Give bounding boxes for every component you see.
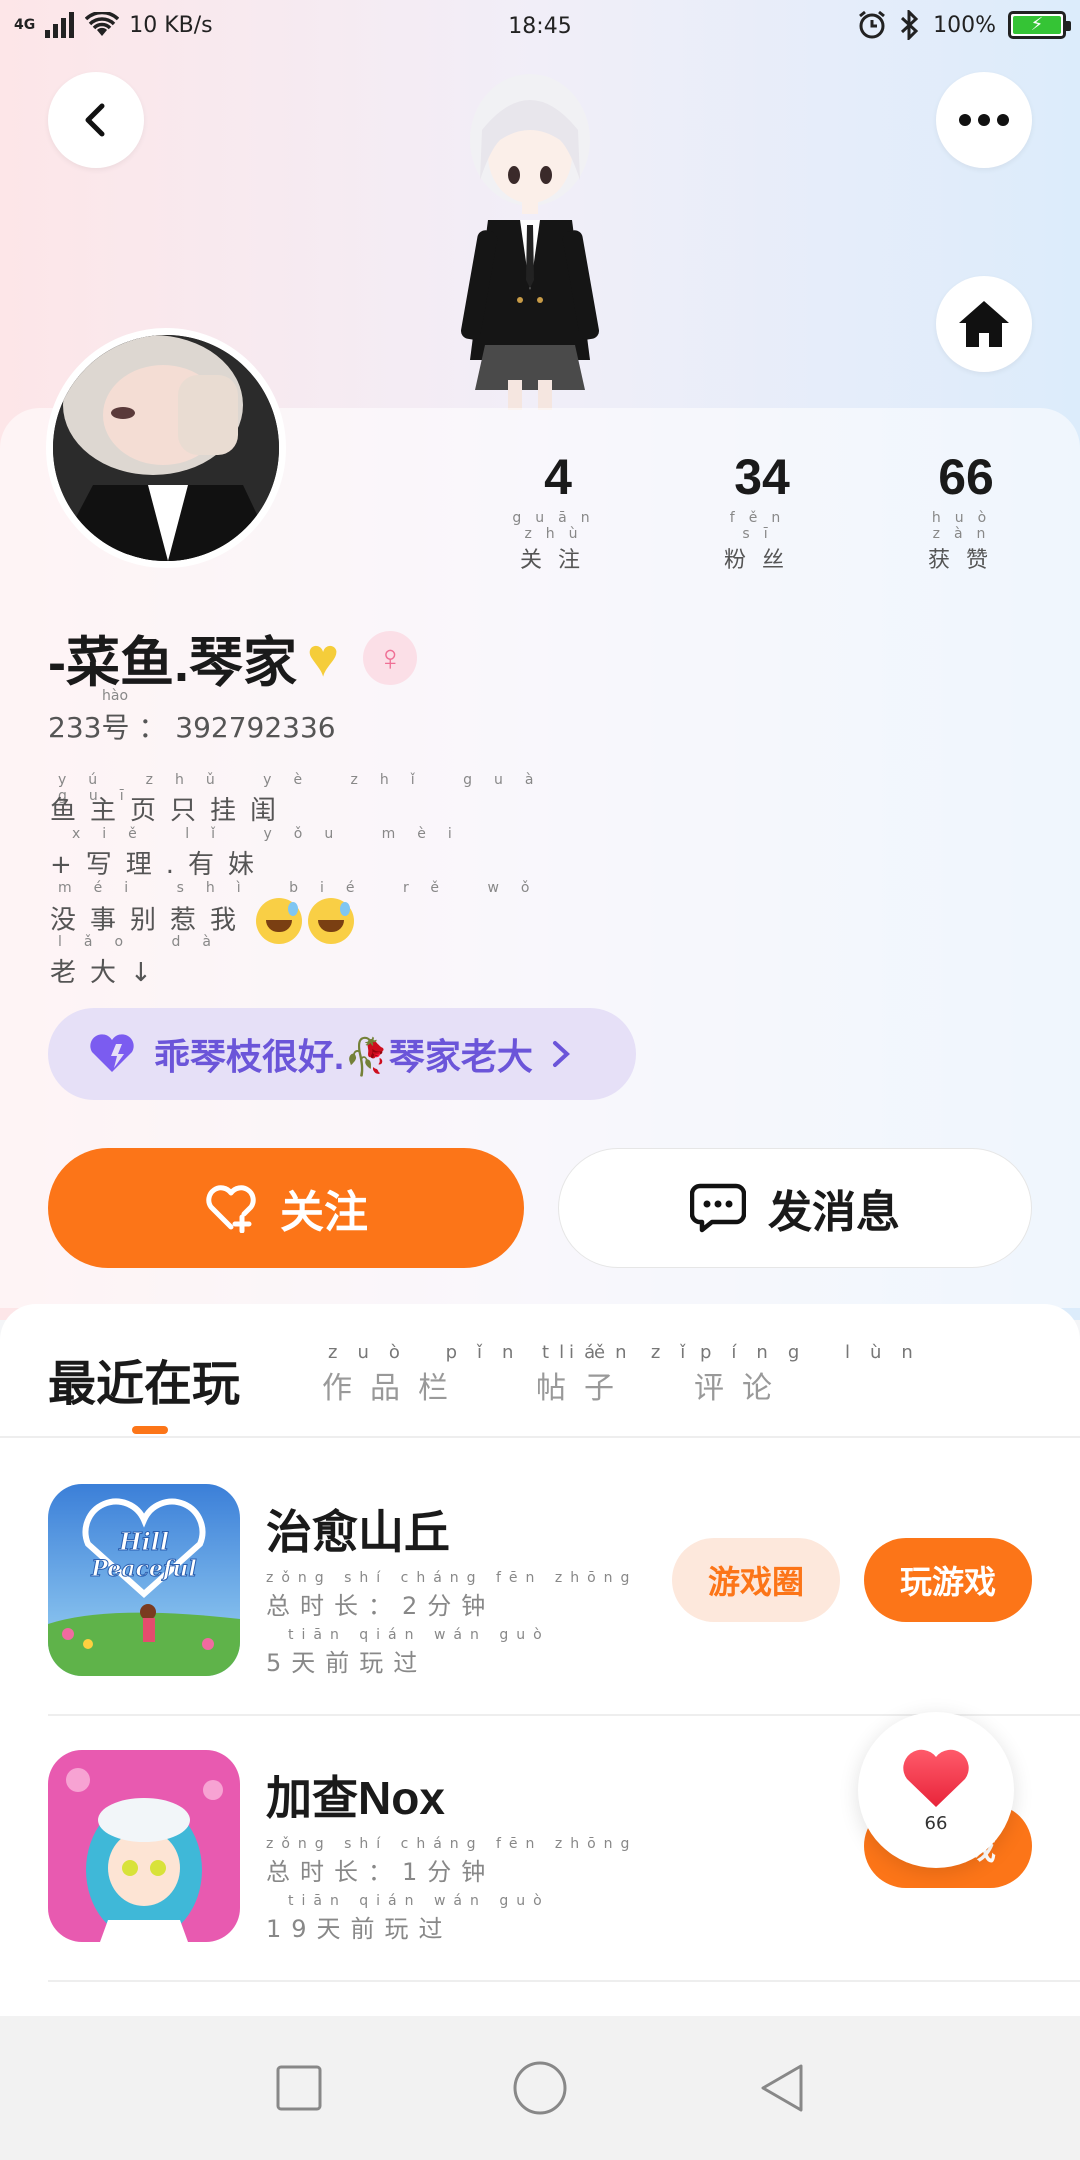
back-button[interactable]: [48, 72, 144, 168]
follow-label: 关注: [280, 1188, 368, 1237]
tab-pinyin: píng lùn: [700, 1342, 933, 1363]
stat-label: 获赞: [927, 548, 1004, 573]
gacha-nox-art: [48, 1750, 240, 1942]
stat-pinyin: guān zhù: [512, 510, 604, 542]
uid-label: 233号: [48, 711, 130, 744]
uid-value: 392792336: [175, 711, 336, 744]
play-duration: 总时长：2分钟: [266, 1592, 496, 1620]
home-button[interactable]: [936, 276, 1032, 372]
stat-pinyin: huò zàn: [931, 510, 1001, 542]
battery-icon: ⚡: [1008, 11, 1071, 39]
last-played: 19天前玩过: [266, 1915, 453, 1943]
like-count: 66: [924, 1812, 948, 1834]
uid-pinyin: hào: [102, 688, 129, 704]
bio-text: 老大↓: [50, 958, 166, 988]
game-meta: zǒng shí cháng fēn zhōng 总时长：1分钟 tiān qi…: [266, 1836, 637, 1950]
bio-text: +写理.有妹: [50, 850, 269, 880]
purple-heart-icon: [90, 1034, 134, 1072]
stat-label: 关注: [519, 548, 596, 573]
game-title: 加查Nox: [266, 1772, 445, 1824]
duration-pinyin: zǒng shí cháng fēn zhōng: [266, 1836, 638, 1852]
stat-following[interactable]: 4 guān zhù 关注: [498, 448, 618, 574]
tab-divider: [0, 1436, 1080, 1438]
bio-text: 鱼主页只挂闺: [50, 796, 291, 826]
system-nav-bar: [0, 2016, 1080, 2160]
bio-line: xiě lǐ yǒu mèi +写理.有妹: [50, 826, 570, 880]
row-divider: [48, 1980, 1080, 1982]
tab-label: 评论: [694, 1371, 790, 1406]
follow-button[interactable]: 关注: [48, 1148, 524, 1268]
stat-followers[interactable]: 34 fěn sī 粉丝: [702, 448, 822, 574]
status-bar: 4G 10 KB/s 18:45 100% ⚡: [0, 0, 1080, 56]
svg-text:Peaceful: Peaceful: [90, 1556, 196, 1582]
back-nav-button[interactable]: [757, 2062, 805, 2114]
bio: yú zhǔ yè zhǐ guà guī 鱼主页只挂闺 xiě lǐ yǒu …: [50, 772, 570, 988]
stat-pinyin: fěn sī: [729, 510, 795, 542]
tab-label: 帖子: [536, 1371, 632, 1406]
tab-bar: 最近在玩 zuò pǐn lán 作品栏 tiě zǐ 帖子 píng lùn …: [0, 1330, 1080, 1436]
play-duration: 总时长：1分钟: [266, 1858, 496, 1886]
avatar[interactable]: [46, 328, 286, 568]
stat-value: 4: [544, 449, 572, 505]
duration-pinyin: zǒng shí cháng fēn zhōng: [266, 1570, 638, 1586]
username: -菜鱼.琴家: [48, 633, 297, 693]
stat-likes[interactable]: 66 huò zàn 获赞: [906, 448, 1026, 574]
heart-plus-icon: [206, 1185, 256, 1233]
tab-pinyin: tiě zǐ: [542, 1342, 706, 1363]
game-circle-button[interactable]: 游戏圈: [672, 1538, 840, 1622]
username-row: -菜鱼.琴家 ♥ ♀: [48, 618, 418, 697]
bio-line: méi shì bié rě wǒ 没事别惹我: [50, 880, 570, 944]
message-button[interactable]: 发消息: [558, 1148, 1032, 1268]
more-icon: [959, 114, 1009, 126]
tab-indicator: [132, 1426, 168, 1434]
female-icon: ♀: [363, 630, 418, 685]
tag-label: 乖琴枝很好.🥀琴家老大: [154, 1036, 533, 1077]
bio-line: lǎo dà 老大↓: [50, 934, 570, 988]
more-button[interactable]: [936, 72, 1032, 168]
home-icon: [959, 301, 1009, 347]
last-played-pinyin: tiān qián wán guò: [288, 1893, 550, 1909]
battery-percent: 100%: [933, 12, 996, 38]
avatar-image: [53, 335, 279, 561]
bluetooth-icon: [901, 10, 919, 40]
avatar-3d-figure: [461, 74, 599, 410]
bio-line: yú zhǔ yè zhǐ guà guī 鱼主页只挂闺: [50, 772, 570, 826]
message-label: 发消息: [768, 1188, 900, 1237]
recent-apps-button[interactable]: [275, 2064, 323, 2112]
last-played-pinyin: tiān qián wán guò: [288, 1627, 550, 1643]
stat-value: 66: [938, 449, 994, 505]
tab-recent-played[interactable]: 最近在玩: [48, 1344, 240, 1414]
back-icon: [85, 103, 105, 137]
play-game-button[interactable]: 玩游戏: [864, 1538, 1032, 1622]
chat-bubble-icon: [690, 1183, 746, 1233]
bio-text: 没事别惹我: [50, 905, 251, 936]
bio-pinyin: xiě lǐ yǒu mèi: [72, 826, 474, 842]
hill-peaceful-art: Hill Peaceful: [48, 1484, 240, 1676]
relationship-tag[interactable]: 乖琴枝很好.🥀琴家老大: [48, 1008, 636, 1100]
last-played: 5天前玩过: [266, 1649, 428, 1677]
home-nav-button[interactable]: [512, 2060, 568, 2116]
status-right: 100% ⚡: [857, 10, 1071, 40]
svg-text:Hill: Hill: [118, 1527, 169, 1556]
game-meta: zǒng shí cháng fēn zhōng 总时长：2分钟 tiān qi…: [266, 1570, 637, 1684]
uid-colon: ：: [138, 711, 176, 744]
stat-value: 34: [734, 449, 790, 505]
alarm-icon: [859, 10, 886, 39]
stat-label: 粉丝: [723, 548, 800, 573]
tab-posts[interactable]: tiě zǐ 帖子: [536, 1342, 705, 1407]
chevron-right-icon: [552, 1041, 570, 1067]
game-item[interactable]: Hill Peaceful 治愈山丘 zǒng shí cháng fēn zh…: [48, 1484, 1032, 1677]
tab-comments[interactable]: píng lùn 评论: [694, 1342, 933, 1407]
game-icon[interactable]: Hill Peaceful: [48, 1484, 240, 1676]
yellow-heart-icon: ♥: [307, 627, 340, 688]
game-icon[interactable]: [48, 1750, 240, 1942]
heart-icon: [903, 1749, 969, 1807]
user-id[interactable]: hào 233号 ： 392792336: [48, 688, 336, 746]
bio-pinyin: méi shì bié rě wǒ: [58, 880, 552, 896]
floating-like-button[interactable]: 66: [858, 1712, 1014, 1868]
game-title: 治愈山丘: [266, 1506, 450, 1558]
bio-pinyin: lǎo dà: [58, 934, 233, 950]
